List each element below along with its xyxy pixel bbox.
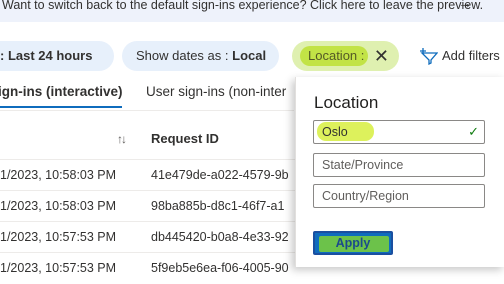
location-filter-label: Location : — [308, 48, 365, 63]
location-filter-panel: Location Oslo ✓ State/Province Country/R… — [295, 77, 504, 267]
city-value: Oslo — [322, 125, 348, 139]
show-dates-label: Show dates as : — [136, 48, 233, 63]
row-date: 1/2023, 10:58:03 PM — [0, 168, 117, 182]
table-row[interactable]: 1/2023, 10:57:53 PM 5f9eb5e6ea-f06-4005-… — [0, 252, 300, 284]
row-date: 1/2023, 10:57:53 PM — [0, 261, 117, 275]
apply-button[interactable]: Apply — [313, 231, 393, 255]
row-date: 1/2023, 10:58:03 PM — [0, 199, 117, 213]
close-icon[interactable]: ✕ — [374, 41, 389, 71]
show-dates-filter[interactable]: Show dates as : Local — [122, 41, 279, 71]
row-request-id: 41e479de-a022-4579-9b — [151, 168, 289, 182]
add-filters-label: Add filters — [442, 48, 500, 63]
apply-button-label: Apply — [335, 236, 371, 250]
tabs-divider — [0, 110, 294, 111]
date-range-filter[interactable]: : Last 24 hours — [0, 41, 114, 71]
panel-title: Location — [314, 93, 379, 112]
table-row[interactable]: 1/2023, 10:58:03 PM 98ba885b-d8c1-46f7-a… — [0, 190, 300, 222]
preview-banner[interactable]: Want to switch back to the default sign-… — [0, 0, 504, 22]
checkmark-icon: ✓ — [468, 124, 479, 139]
sort-icon[interactable]: ↑↓ — [117, 132, 127, 146]
tab-user-sign-ins-non-interactive[interactable]: User sign-ins (non-inter — [146, 84, 286, 99]
row-request-id: 98ba885b-d8c1-46f7-a1 — [151, 199, 285, 213]
table-row[interactable]: 1/2023, 10:57:53 PM db445420-b0a8-4e33-9… — [0, 221, 300, 253]
selected-tab-indicator — [0, 106, 122, 108]
preview-banner-text[interactable]: Want to switch back to the default sign-… — [2, 0, 483, 11]
row-request-id: db445420-b0a8-4e33-92 — [151, 230, 289, 244]
add-filter-icon — [420, 48, 438, 65]
date-range-label: : Last 24 hours — [0, 48, 93, 63]
city-input[interactable]: Oslo ✓ — [313, 120, 485, 144]
tab-user-sign-ins-interactive[interactable]: ign-ins (interactive) — [0, 84, 123, 99]
arrow-right-icon[interactable]: → — [458, 0, 472, 10]
location-filter[interactable]: Location : ✕ — [292, 41, 399, 71]
country-region-input[interactable]: Country/Region — [313, 184, 485, 208]
row-request-id: 5f9eb5e6ea-f06-4005-90 — [151, 261, 289, 275]
state-province-input[interactable]: State/Province — [313, 153, 485, 177]
row-date: 1/2023, 10:57:53 PM — [0, 230, 117, 244]
table-row[interactable]: 1/2023, 10:58:03 PM 41e479de-a022-4579-9… — [0, 159, 300, 191]
column-header-request-id[interactable]: Request ID — [151, 131, 219, 146]
show-dates-value: Local — [232, 48, 267, 63]
